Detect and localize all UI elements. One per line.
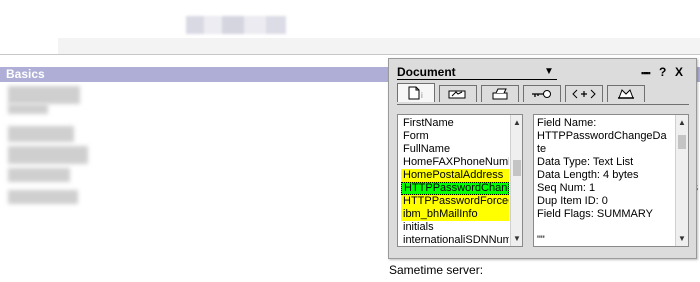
field-design-icon [448,90,466,99]
tab-strip-baseline [397,104,689,105]
list-item[interactable]: HomeFAXPhoneNumber [401,156,509,169]
scroll-down-icon[interactable]: ▼ [676,232,688,245]
info-pane-scrollbar[interactable]: ▲ ▼ [675,115,688,246]
field-name-value: HTTPPasswordChangeDa [537,130,667,142]
hat-icon [618,89,634,99]
field-list-scrollbar[interactable]: ▲ ▼ [510,115,522,246]
field-flags: Field Flags: SUMMARY [537,208,653,220]
tab-security[interactable] [523,85,561,102]
field-value: "" [537,234,545,246]
list-item[interactable]: FirstName [401,117,509,130]
sametime-server-label: Sametime server: [389,263,484,277]
help-icon[interactable]: ? [659,65,666,79]
field-name-label: Field Name: [537,117,597,129]
list-item[interactable]: Form [401,130,509,143]
document-properties-dialog: Document ▼ ▪▪▪▪ ? X i FirstName Form Ful… [388,58,697,259]
close-icon[interactable]: X [675,65,683,79]
list-item[interactable]: FullName [401,143,509,156]
printer-icon [492,88,508,100]
seq-num: Seq Num: 1 [537,182,596,194]
scrollbar-thumb[interactable] [678,135,686,149]
field-list-items: FirstName Form FullName HomeFAXPhoneNumb… [401,117,509,246]
list-item[interactable]: HTTPPasswordForceChange [401,195,509,208]
dialog-title[interactable]: Document [397,65,456,79]
page-header [0,0,700,54]
scroll-down-icon[interactable]: ▼ [511,232,522,245]
list-item[interactable]: HTTPPasswordChangeDate [401,182,509,195]
tab-fields[interactable] [439,85,477,102]
scrollbar-thumb[interactable] [513,160,521,176]
tab-html[interactable] [565,85,603,102]
list-item[interactable]: internationaliSDNNumber [401,234,509,246]
data-length: Data Length: 4 bytes [537,169,639,181]
obscured-field-label [8,86,80,104]
data-type: Data Type: Text List [537,156,634,168]
scroll-up-icon[interactable]: ▲ [511,116,522,129]
chevron-down-icon[interactable]: ▼ [544,67,554,77]
key-icon [532,90,551,98]
list-item[interactable]: ibm_bhMailInfo [401,208,509,221]
header-strip [58,38,700,54]
dup-item-id: Dup Item ID: 0 [537,195,608,207]
svg-text:i: i [421,91,423,100]
obscured-field-label [8,126,74,142]
obscured-page-title [186,16,286,34]
field-name-value-cont: te [537,143,547,155]
obscured-field-label [8,104,48,114]
tab-info[interactable]: i [397,83,435,102]
tab-print[interactable] [481,85,519,102]
field-list[interactable]: FirstName Form FullName HomeFAXPhoneNumb… [397,114,523,247]
field-info-pane: Field Name: HTTPPasswordChangeDa te Data… [533,114,689,247]
list-item[interactable]: HomePostalAddress [401,169,509,182]
basics-section-label: Basics [6,67,45,81]
info-page-icon: i [408,86,423,100]
dialog-menu-icon[interactable]: ▪▪▪▪ [641,66,651,80]
header-divider [0,54,700,55]
properties-tab-strip: i [397,83,687,104]
tab-design[interactable] [607,85,645,102]
list-item[interactable]: initials [401,221,509,234]
obscured-field-label [8,146,88,164]
html-tags-icon [572,89,596,99]
scroll-up-icon[interactable]: ▲ [676,116,688,129]
obscured-field-label [8,190,78,204]
dialog-title-underline [397,79,557,80]
obscured-field-label [8,168,70,182]
